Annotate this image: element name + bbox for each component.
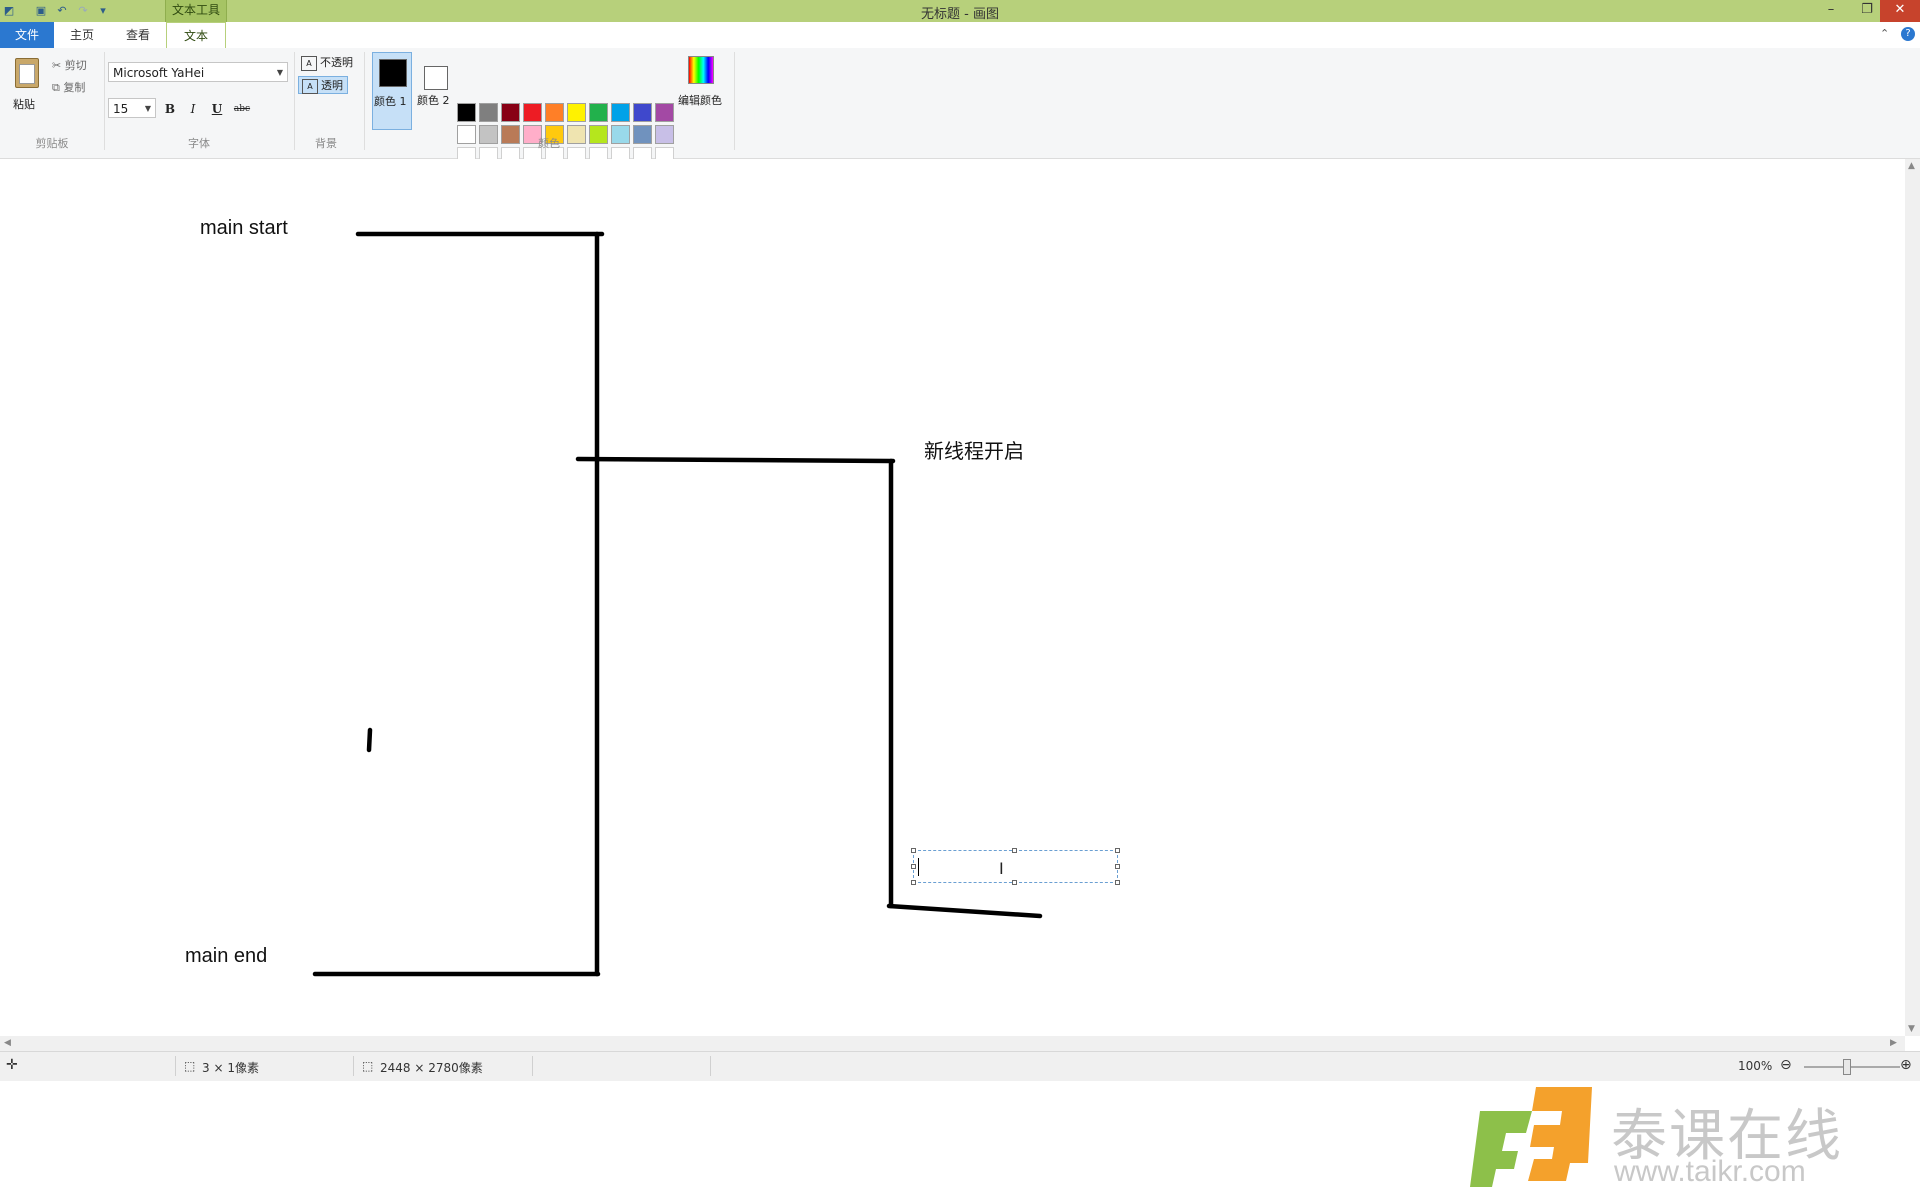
canvas-size: 2448 × 2780像素 — [380, 1061, 483, 1075]
palette-swatch[interactable] — [611, 103, 630, 122]
watermark-logo: 泰课在线 www.taikr.com — [1468, 1085, 1908, 1189]
collapse-ribbon-icon[interactable]: ⌃ — [1880, 27, 1889, 40]
color1-swatch — [379, 59, 407, 87]
edit-colors-button[interactable]: 编辑颜色 — [676, 56, 728, 126]
resize-handle[interactable] — [1012, 880, 1017, 885]
color1-button[interactable]: 颜色 1 — [372, 52, 412, 130]
copy-label: 复制 — [63, 81, 86, 94]
cursor-position-icon: ✛ — [6, 1057, 18, 1073]
canvas-size-icon: ⬚ — [362, 1059, 374, 1073]
help-icon[interactable]: ? — [1901, 27, 1915, 41]
colors-group-label: 颜色 — [538, 137, 560, 150]
opaque-option[interactable]: A 不透明 — [298, 54, 357, 72]
palette-swatch[interactable] — [545, 103, 564, 122]
tab-home[interactable]: 主页 — [54, 22, 110, 48]
stray-mark — [366, 727, 373, 753]
palette-swatch[interactable] — [479, 103, 498, 122]
paste-label: 粘贴 — [13, 98, 35, 111]
status-bar: ✛ ⬚ 3 × 1像素 ⬚ 2448 × 2780像素 100% ⊖ ⊕ — [0, 1051, 1920, 1081]
horizontal-scrollbar[interactable]: ◀ ▶ — [0, 1036, 1905, 1051]
cut-label: 剪切 — [64, 59, 87, 72]
resize-handle[interactable] — [911, 880, 916, 885]
main-end-text: main end — [185, 945, 268, 967]
font-size-select[interactable]: 15 ▼ — [108, 98, 156, 118]
chevron-down-icon: ▼ — [144, 104, 151, 113]
color2-button[interactable]: 颜色 2 — [414, 52, 454, 130]
zoom-slider-thumb[interactable] — [1843, 1059, 1851, 1075]
ribbon-tabs: 文件 主页 查看 文本 ⌃ ? — [0, 22, 1920, 50]
color2-swatch — [424, 66, 448, 90]
resize-handle[interactable] — [911, 848, 916, 853]
strikethrough-button[interactable]: abc — [230, 100, 254, 118]
title-bar: ◩ ▣ ↶ ↷ ▾ 文本工具 无标题 - 画图 – ❐ ✕ — [0, 0, 1920, 22]
resize-handle[interactable] — [1115, 848, 1120, 853]
scroll-up-icon[interactable]: ▲ — [1908, 161, 1915, 171]
palette-swatch[interactable] — [589, 103, 608, 122]
cut-button[interactable]: ✂ 剪切 — [52, 57, 87, 73]
vertical-scrollbar[interactable]: ▲ ▼ — [1905, 159, 1920, 1036]
color1-label: 颜色 1 — [374, 95, 407, 108]
thread-branch-line — [575, 456, 896, 464]
selection-size-icon: ⬚ — [184, 1059, 196, 1073]
underline-button[interactable]: U — [208, 100, 226, 118]
copy-icon: ⧉ — [52, 81, 60, 94]
taikr-logo-icon — [1470, 1087, 1592, 1187]
canvas-drawing — [312, 231, 1043, 977]
palette-swatch[interactable] — [655, 103, 674, 122]
font-group-label: 字体 — [188, 137, 210, 150]
color2-label: 颜色 2 — [417, 94, 450, 107]
new-thread-end-line — [886, 903, 1043, 919]
minimize-button[interactable]: – — [1813, 0, 1849, 22]
palette-swatch[interactable] — [567, 103, 586, 122]
transparent-option[interactable]: A 透明 — [298, 76, 348, 94]
tab-file[interactable]: 文件 — [0, 22, 54, 48]
i-beam-cursor-icon: Ⅰ — [999, 859, 1004, 878]
text-caret — [918, 858, 919, 876]
color-spectrum-icon — [688, 56, 714, 84]
tab-text[interactable]: 文本 — [166, 22, 226, 50]
zoom-in-icon[interactable]: ⊕ — [1900, 1057, 1912, 1073]
drawing-canvas[interactable]: main start 新线程开启 main end Ⅰ 泰课在线 www.tai… — [0, 159, 1905, 1188]
opaque-icon: A — [301, 56, 317, 71]
edit-colors-label: 编辑颜色 — [678, 94, 722, 107]
text-input-box[interactable]: Ⅰ — [911, 848, 1120, 885]
palette-swatch[interactable] — [501, 103, 520, 122]
transparent-icon: A — [302, 79, 318, 94]
scroll-down-icon[interactable]: ▼ — [1908, 1024, 1915, 1034]
zoom-out-icon[interactable]: ⊖ — [1780, 1057, 1792, 1073]
font-size-value: 15 — [113, 102, 129, 116]
tab-view[interactable]: 查看 — [110, 22, 166, 48]
ribbon: 粘贴 ✂ 剪切 ⧉ 复制 剪贴板 Microsoft YaHei ▼ 15 ▼ … — [0, 48, 1920, 166]
resize-handle[interactable] — [1115, 864, 1120, 869]
paste-button[interactable]: 粘贴 — [10, 56, 44, 116]
close-button[interactable]: ✕ — [1880, 0, 1920, 22]
clipboard-group-label: 剪贴板 — [35, 137, 69, 150]
watermark-url: www.taikr.com — [1614, 1155, 1806, 1188]
resize-handle[interactable] — [1115, 880, 1120, 885]
palette-swatch[interactable] — [633, 103, 652, 122]
font-family-select[interactable]: Microsoft YaHei ▼ — [108, 62, 288, 82]
resize-handle[interactable] — [1012, 848, 1017, 853]
resize-handle[interactable] — [911, 864, 916, 869]
opaque-label: 不透明 — [320, 56, 353, 69]
scroll-right-icon[interactable]: ▶ — [1890, 1038, 1897, 1048]
scroll-left-icon[interactable]: ◀ — [4, 1038, 11, 1048]
main-start-text: main start — [200, 217, 288, 239]
copy-button[interactable]: ⧉ 复制 — [52, 79, 85, 95]
scissors-icon: ✂ — [52, 59, 62, 72]
chevron-down-icon: ▼ — [276, 68, 283, 77]
bold-button[interactable]: B — [161, 100, 179, 118]
new-thread-text: 新线程开启 — [924, 441, 1024, 463]
italic-button[interactable]: I — [184, 100, 202, 118]
selection-size: 3 × 1像素 — [202, 1061, 259, 1075]
window-title: 无标题 - 画图 — [921, 7, 999, 22]
palette-swatch[interactable] — [457, 103, 476, 122]
background-group-label: 背景 — [315, 137, 337, 150]
zoom-slider[interactable] — [1804, 1066, 1900, 1068]
font-family-value: Microsoft YaHei — [113, 66, 205, 80]
zoom-level: 100% — [1738, 1059, 1773, 1073]
transparent-label: 透明 — [321, 79, 343, 92]
palette-swatch[interactable] — [523, 103, 542, 122]
